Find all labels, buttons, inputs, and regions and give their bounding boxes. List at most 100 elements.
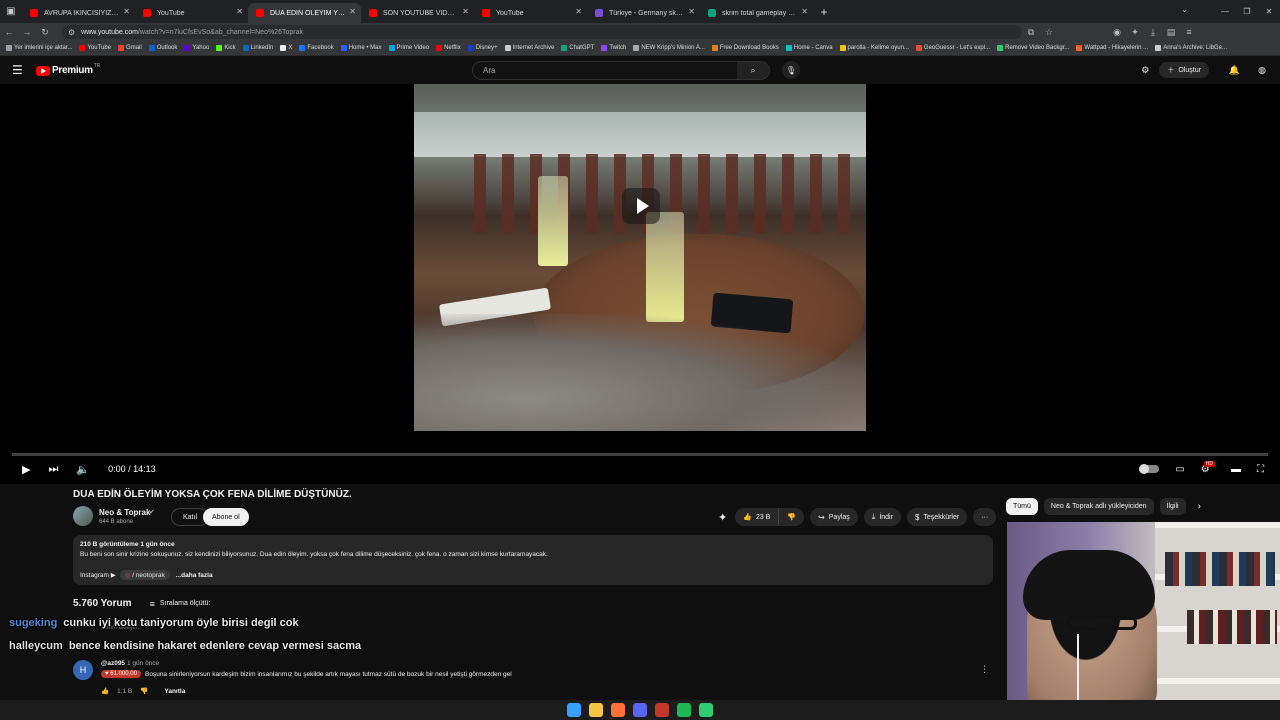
comment-author[interactable]: @az095 — [101, 660, 125, 667]
profile-icon[interactable]: ◉ — [1108, 27, 1126, 38]
bookmark-item[interactable]: Twitch — [601, 45, 626, 51]
tab-close-icon[interactable]: ✕ — [123, 7, 130, 16]
cast-icon[interactable]: ⧉ — [1022, 27, 1040, 38]
channel-name[interactable]: Neo & Toprak — [99, 508, 150, 517]
bookmark-item[interactable]: Anna's Archive: LibGe... — [1155, 45, 1227, 51]
bookmark-item[interactable]: Wattpad - Hikayelerin ... — [1076, 45, 1148, 51]
show-more-link[interactable]: ...daha fazla — [176, 572, 213, 579]
autoplay-toggle[interactable] — [1139, 464, 1160, 474]
hamburger-menu-icon[interactable]: ☰ — [12, 63, 23, 77]
tab-search-chevron-icon[interactable]: ⌄ — [1181, 5, 1188, 14]
browser-tab[interactable]: Türkiye - Germany skorlar ve ta ✕ — [587, 3, 700, 23]
bookmark-item[interactable]: NEW Kripp's Minion A... — [633, 45, 705, 51]
search-button[interactable]: ⌕ — [737, 62, 769, 79]
minimize-icon[interactable]: — — [1214, 7, 1236, 16]
comment-more-icon[interactable]: ⋮ — [980, 664, 989, 675]
bookmark-item[interactable]: Home - Canva — [785, 45, 833, 51]
forward-icon[interactable]: → — [18, 27, 36, 37]
account-avatar-icon[interactable]: ◍ — [1258, 65, 1266, 76]
firefox-icon[interactable] — [611, 703, 625, 717]
bookmark-item[interactable]: Prime Video — [388, 45, 429, 51]
winrar-icon[interactable] — [655, 703, 669, 717]
voice-search-icon[interactable]: 🎙 — [782, 61, 800, 79]
browser-tab[interactable]: YouTube ✕ — [135, 3, 248, 23]
large-play-button[interactable] — [622, 188, 660, 224]
reply-button[interactable]: Yanıtla — [164, 688, 185, 695]
subscribe-button[interactable]: Abone ol — [203, 508, 249, 526]
bookmark-item[interactable]: Remove Video Backgr... — [997, 45, 1069, 51]
back-icon[interactable]: ← — [0, 27, 18, 37]
dislike-button[interactable]: 👎 — [778, 508, 804, 526]
site-info-icon[interactable]: ⚙ — [68, 28, 75, 37]
create-button[interactable]: ＋ Oluştur — [1159, 62, 1209, 78]
bookmark-item[interactable]: Disney+ — [467, 45, 498, 51]
tab-actions-icon[interactable]: ▣ — [0, 0, 22, 23]
tab-close-icon[interactable]: ✕ — [236, 7, 243, 16]
description-box[interactable]: 210 B görüntüleme 1 gün önce Bu beni son… — [73, 535, 993, 585]
ask-ai-icon[interactable]: ✦ — [718, 511, 727, 524]
bookmark-item[interactable]: Yahoo — [184, 45, 209, 51]
close-window-icon[interactable]: ✕ — [1258, 7, 1280, 16]
address-bar[interactable]: ⚙ www.youtube.com/watch?v=n7luCfsEvSo&ab… — [62, 25, 1022, 39]
bookmark-item[interactable]: Free Download Books — [711, 45, 779, 51]
search-input[interactable]: Ara ⌕ — [472, 61, 770, 80]
chip-all[interactable]: Tümü — [1006, 498, 1038, 515]
extensions-icon[interactable]: ✦ — [1126, 27, 1144, 38]
channel-avatar[interactable] — [73, 506, 93, 526]
settings-gear-icon[interactable]: ⚙ — [1141, 65, 1149, 76]
spotify-icon[interactable] — [677, 703, 691, 717]
restore-icon[interactable]: ❐ — [1236, 7, 1258, 16]
comment-like-icon[interactable]: 👍 — [101, 687, 109, 695]
reload-icon[interactable]: ↻ — [36, 27, 54, 38]
download-button[interactable]: ⤓ İndir — [863, 508, 901, 526]
new-tab-button[interactable]: + — [813, 2, 835, 22]
like-button[interactable]: 👍 23 B — [735, 508, 778, 526]
thanks-button[interactable]: $ Teşekkürler — [906, 508, 968, 526]
bookmark-item[interactable]: Kick — [216, 45, 236, 51]
share-button[interactable]: ↪ Paylaş — [810, 508, 858, 526]
bookmark-item[interactable]: Gmail — [118, 45, 142, 51]
bookmark-item[interactable]: Outlook — [148, 45, 177, 51]
browser-tab[interactable]: SON YOUTUBE VİDEOM - YouT ✕ — [361, 3, 474, 23]
tab-close-icon[interactable]: ✕ — [801, 7, 808, 16]
tab-close-icon[interactable]: ✕ — [688, 7, 695, 16]
instagram-link[interactable]: ◎ / neotoprak — [119, 570, 170, 580]
browser-tab[interactable]: DUA EDİN ÖLEYİM YOKSA ÇOK ✕ — [248, 3, 361, 23]
bookmark-item[interactable]: Home • Max — [340, 45, 382, 51]
browser-tab[interactable]: YouTube ✕ — [474, 3, 587, 23]
play-icon[interactable]: ▶ — [22, 463, 30, 476]
subtitles-icon[interactable]: ▭ — [1175, 464, 1184, 475]
more-actions-button[interactable]: ··· — [973, 508, 997, 526]
bookmark-item[interactable]: ChatGPT — [561, 45, 594, 51]
browser-tab[interactable]: skrim total gameplay time with ✕ — [700, 3, 813, 23]
file-explorer-icon[interactable] — [589, 703, 603, 717]
chip-related[interactable]: İlgili — [1159, 498, 1186, 515]
bookmark-item[interactable]: parolla - Kelime oyun... — [839, 45, 909, 51]
video-player[interactable]: ▶ ⏭ 🔈 0:00 / 14:13 ▭ ⚙ HD ▬ ⛶ — [0, 84, 1280, 484]
chevron-right-icon[interactable]: › — [1198, 501, 1201, 512]
chip-from-uploader[interactable]: Neo & Toprak adlı yükleyiciden — [1043, 498, 1154, 515]
bookmark-item[interactable]: Facebook — [299, 45, 334, 51]
downloads-icon[interactable]: ⤓ — [1144, 27, 1162, 38]
tab-close-icon[interactable]: ✕ — [462, 7, 469, 16]
bookmark-item[interactable]: Internet Archive — [504, 45, 554, 51]
comment-avatar[interactable]: H — [73, 660, 93, 680]
bookmark-star-icon[interactable]: ☆ — [1040, 27, 1058, 38]
discord-icon[interactable] — [633, 703, 647, 717]
tab-close-icon[interactable]: ✕ — [349, 7, 356, 16]
bookmark-item[interactable]: LinkedIn — [242, 45, 273, 51]
bookmark-item[interactable]: YouTube — [79, 45, 111, 51]
windows-icon[interactable] — [567, 703, 581, 717]
theater-mode-icon[interactable]: ▬ — [1231, 464, 1241, 475]
volume-icon[interactable]: 🔈 — [76, 463, 90, 476]
sidebar-icon[interactable]: ▤ — [1162, 27, 1180, 38]
fullscreen-icon[interactable]: ⛶ — [1257, 464, 1264, 475]
bookmark-item[interactable]: X — [280, 45, 292, 51]
bookmark-item[interactable]: GeoGuessr - Let's expl... — [915, 45, 990, 51]
next-icon[interactable]: ⏭ — [48, 463, 58, 476]
bookmark-item[interactable]: Yer imlerini içe aktar... — [6, 45, 72, 51]
tab-close-icon[interactable]: ✕ — [575, 7, 582, 16]
progress-bar[interactable] — [12, 453, 1268, 456]
browser-tab[interactable]: AVRUPA İKİNCİSİYİZ 🇹🇷 Türkiye ✕ — [22, 3, 135, 23]
sort-button[interactable]: ≡ Sıralama ölçütü: — [150, 599, 211, 609]
